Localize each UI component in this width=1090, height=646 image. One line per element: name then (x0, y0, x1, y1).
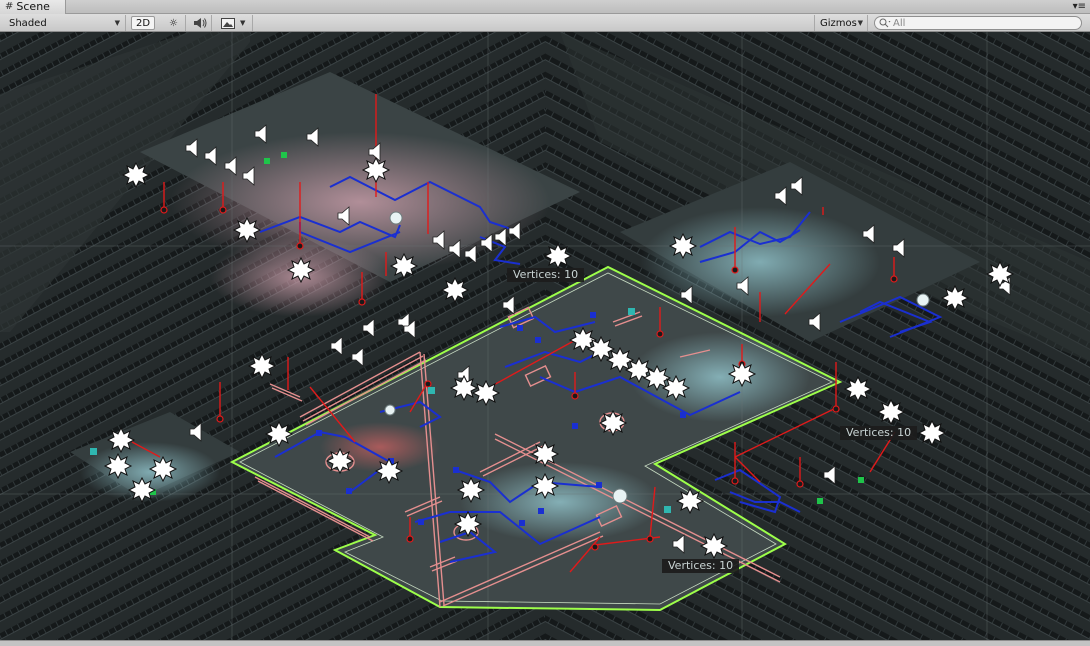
chevron-down-icon: ▼ (857, 19, 863, 27)
draw-mode-label: Shaded (9, 17, 47, 29)
scene-effects-dropdown[interactable]: ▼ (215, 15, 253, 31)
search-field[interactable] (874, 16, 1082, 30)
chevron-down-icon: ▼ (114, 19, 120, 27)
grid-hash-icon: # (5, 1, 14, 12)
scene-viewport[interactable]: Vertices: 10 Vertices: 10 Vertices: 10 (0, 32, 1090, 640)
image-icon (221, 17, 235, 29)
2d-mode-button[interactable]: 2D (131, 16, 155, 30)
vertex-count-label: Vertices: 10 (662, 559, 740, 573)
speaker-icon (193, 18, 206, 28)
scene-canvas[interactable] (0, 32, 1090, 640)
vertex-count-label: Vertices: 10 (507, 268, 585, 282)
sun-icon: ☼ (169, 17, 178, 29)
tab-label: Scene (16, 0, 50, 13)
gizmos-label: Gizmos (820, 17, 857, 29)
scene-audio-button[interactable] (188, 15, 212, 31)
chevron-down-icon: ▼ (240, 19, 246, 27)
tab-scene[interactable]: # Scene (0, 0, 66, 14)
vertex-count-label: Vertices: 10 (840, 426, 918, 440)
draw-mode-dropdown[interactable]: Shaded ▼ (0, 15, 126, 31)
panel-menu-icon[interactable]: ▾≡ (1073, 1, 1086, 12)
scene-lighting-button[interactable]: ☼ (162, 15, 186, 31)
2d-mode-label: 2D (135, 17, 151, 29)
search-input[interactable] (893, 17, 1073, 29)
scene-tab-bar: # Scene ▾≡ (0, 0, 1090, 14)
search-icon (879, 18, 891, 28)
gizmos-dropdown[interactable]: Gizmos ▼ (814, 15, 868, 31)
bottom-strip (0, 640, 1090, 646)
scene-toolbar: Shaded ▼ 2D ☼ ▼ Gizmos ▼ (0, 14, 1090, 32)
